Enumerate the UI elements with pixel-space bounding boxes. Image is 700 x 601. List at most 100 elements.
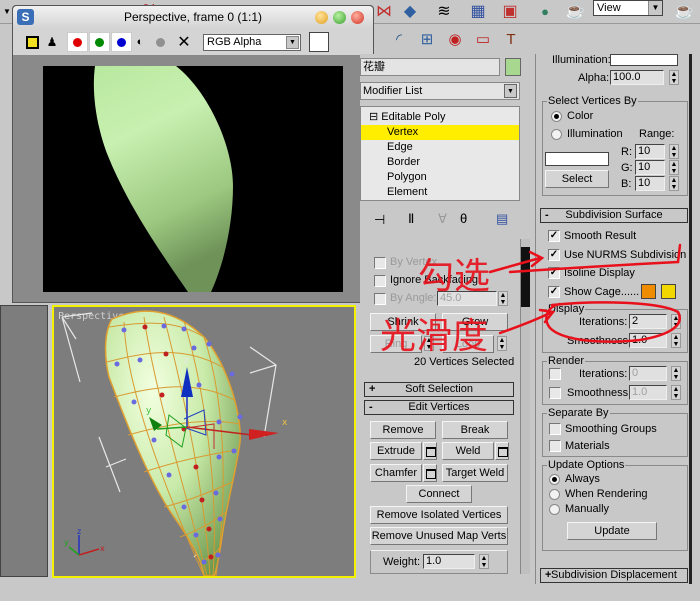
connect-button[interactable]: Connect: [406, 485, 472, 503]
range-r-input[interactable]: 10: [635, 144, 665, 159]
alpha-channel-icon[interactable]: [151, 33, 169, 51]
perspective-viewport[interactable]: Perspective z x y z x y: [52, 305, 356, 578]
render-smoothness-checkbox[interactable]: [549, 387, 561, 399]
edit-vertices-rollout[interactable]: - Edit Vertices: [364, 400, 514, 415]
extrude-settings-button[interactable]: [423, 442, 437, 460]
vertex-color-swatch[interactable]: [545, 152, 609, 166]
loop-button[interactable]: Loop: [442, 335, 494, 353]
range-r-spinner[interactable]: ▲ ▼: [669, 144, 679, 159]
remove-unused-map-verts-button[interactable]: Remove Unused Map Verts: [370, 527, 508, 545]
right-panel-scrollbar[interactable]: [689, 54, 692, 584]
display-smoothness-input[interactable]: 1.0: [629, 333, 667, 348]
motion-icon[interactable]: ◉: [443, 27, 467, 51]
modify-icon[interactable]: ◜: [387, 27, 411, 51]
pin-stack-icon[interactable]: ⊣: [374, 212, 385, 228]
break-button[interactable]: Break: [442, 421, 508, 439]
select-button[interactable]: Select: [545, 170, 609, 188]
render-scene-icon[interactable]: ☕: [563, 0, 587, 22]
illumination-color-swatch[interactable]: [610, 54, 678, 66]
close-button[interactable]: [351, 11, 364, 24]
by-angle-spinner[interactable]: ▲ ▼: [498, 291, 508, 306]
save-bitmap-icon[interactable]: [23, 33, 41, 51]
schematic-view-icon[interactable]: ▣: [498, 0, 522, 22]
update-button[interactable]: Update: [567, 522, 657, 540]
panel-scrollbar[interactable]: [520, 239, 530, 574]
clone-window-icon[interactable]: ♟: [43, 33, 61, 51]
range-g-input[interactable]: 10: [635, 160, 665, 175]
left-viewport[interactable]: [0, 305, 48, 577]
smooth-result-checkbox[interactable]: ✓: [548, 230, 560, 242]
minimize-button[interactable]: [315, 11, 328, 24]
layer-manager-icon[interactable]: ≋: [432, 0, 456, 22]
subdivision-displacement-rollout[interactable]: + Subdivision Displacement: [540, 568, 688, 583]
cage-color-swatch[interactable]: [641, 284, 656, 299]
render-iterations-input[interactable]: 0: [629, 366, 667, 381]
shrink-button[interactable]: Shrink: [370, 313, 436, 331]
pixel-color-swatch[interactable]: [309, 32, 329, 52]
extrude-button[interactable]: Extrude: [370, 442, 422, 460]
manually-radio[interactable]: [549, 504, 560, 515]
stack-item-edge[interactable]: Edge: [361, 140, 519, 155]
grow-button[interactable]: Grow: [442, 313, 508, 331]
ring-button[interactable]: Ring: [370, 335, 422, 353]
alpha-input[interactable]: 100.0: [610, 70, 664, 85]
curve-editor-icon[interactable]: ▦: [466, 0, 490, 22]
weld-button[interactable]: Weld: [442, 442, 494, 460]
render-window-titlebar[interactable]: S Perspective, frame 0 (1:1): [13, 6, 373, 28]
smoothing-groups-checkbox[interactable]: [549, 423, 561, 435]
channel-display-select[interactable]: RGB Alpha ▼: [203, 34, 301, 51]
hierarchy-icon[interactable]: ⊞: [415, 27, 439, 51]
render-smoothness-spinner[interactable]: ▲ ▼: [671, 385, 681, 400]
weight-spinner[interactable]: ▲ ▼: [479, 554, 489, 569]
clear-icon[interactable]: ✕: [175, 33, 193, 51]
use-nurms-checkbox[interactable]: ✓: [548, 249, 560, 261]
stack-item-border[interactable]: Border: [361, 155, 519, 170]
remove-button[interactable]: Remove: [370, 421, 436, 439]
isoline-display-checkbox[interactable]: ✓: [548, 267, 560, 279]
display-iterations-spinner[interactable]: ▲ ▼: [671, 314, 681, 329]
stack-item-editable-poly[interactable]: ⊟ Editable Poly: [361, 110, 519, 125]
loop-spinner[interactable]: ▲ ▼: [497, 336, 507, 351]
alpha-spinner[interactable]: ▲ ▼: [669, 70, 679, 85]
by-angle-input[interactable]: 45.0: [437, 291, 497, 306]
material-editor-icon[interactable]: ●: [533, 0, 557, 22]
range-g-spinner[interactable]: ▲ ▼: [669, 160, 679, 175]
target-weld-button[interactable]: Target Weld: [442, 464, 508, 482]
by-vertex-checkbox[interactable]: [374, 257, 386, 269]
red-channel-toggle[interactable]: [67, 32, 88, 52]
configure-modifier-sets-icon[interactable]: ▤: [496, 211, 508, 227]
weld-settings-button[interactable]: [495, 442, 509, 460]
display-iterations-input[interactable]: 2: [629, 314, 667, 329]
render-smoothness-input[interactable]: 1.0: [629, 385, 667, 400]
mirror-icon[interactable]: ⋈: [372, 0, 396, 22]
soft-selection-rollout[interactable]: + Soft Selection: [364, 382, 514, 397]
chamfer-settings-button[interactable]: [423, 464, 437, 482]
modifier-list-dropdown[interactable]: Modifier List ▼: [360, 82, 520, 100]
display-smoothness-spinner[interactable]: ▲ ▼: [671, 333, 681, 348]
stack-item-vertex[interactable]: Vertex: [361, 125, 519, 140]
stack-item-element[interactable]: Element: [361, 185, 519, 200]
make-unique-icon[interactable]: ∀: [438, 211, 447, 227]
cage-selection-color-swatch[interactable]: [661, 284, 676, 299]
ignore-backfacing-checkbox[interactable]: [374, 275, 386, 287]
range-b-input[interactable]: 10: [635, 176, 665, 191]
render-view-select[interactable]: View ▼: [593, 0, 663, 16]
by-angle-checkbox[interactable]: [374, 293, 386, 305]
utilities-icon[interactable]: T: [499, 27, 523, 51]
green-channel-toggle[interactable]: [89, 32, 110, 52]
render-iterations-spinner[interactable]: ▲ ▼: [671, 366, 681, 381]
chamfer-button[interactable]: Chamfer: [370, 464, 422, 482]
color-radio[interactable]: [551, 111, 562, 122]
show-cage-checkbox[interactable]: ✓: [548, 286, 560, 298]
stack-item-polygon[interactable]: Polygon: [361, 170, 519, 185]
object-name-field[interactable]: 花瓣: [360, 58, 500, 76]
object-color-swatch[interactable]: [505, 58, 521, 76]
subdivision-surface-rollout[interactable]: - Subdivision Surface: [540, 208, 688, 223]
always-radio[interactable]: [549, 474, 560, 485]
align-icon[interactable]: ◆: [398, 0, 422, 22]
x-axis-arrow[interactable]: [249, 429, 279, 440]
monochrome-icon[interactable]: ◐: [131, 33, 149, 51]
illumination-radio[interactable]: [551, 129, 562, 140]
blue-channel-toggle[interactable]: [111, 32, 132, 52]
ring-spinner[interactable]: ▲ ▼: [424, 336, 434, 351]
